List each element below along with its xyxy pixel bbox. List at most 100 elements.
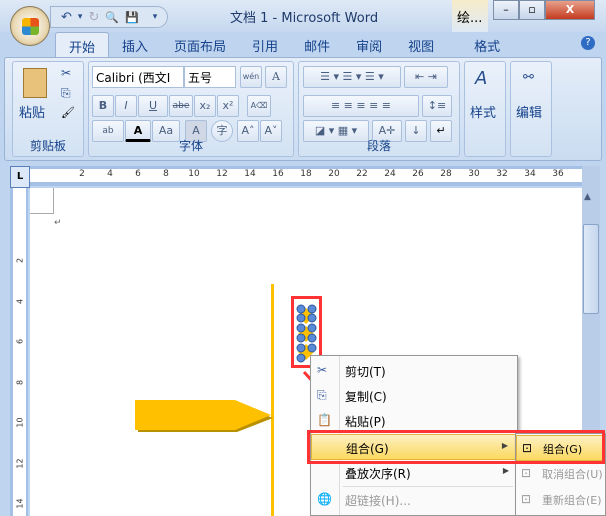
arrow-shape[interactable] — [135, 400, 275, 436]
styles-button[interactable]: 样式 — [470, 102, 496, 121]
tab-references[interactable]: 引用 — [239, 32, 291, 58]
binoculars-icon: ⚯ — [523, 70, 534, 85]
group-highlight-box — [307, 430, 605, 464]
tab-home[interactable]: 开始 — [55, 32, 110, 58]
ruler-tick-label: 4 — [15, 298, 25, 304]
clear-formatting-button[interactable]: A⌫ — [247, 95, 271, 117]
ribbon: 粘贴 ✂ ⎘ 🖌 剪贴板 Calibri (西文I 五号 wén A B I U… — [4, 57, 602, 161]
alignment-buttons[interactable]: ≡ ≡ ≡ ≡ ≡ — [303, 95, 419, 117]
paste-button[interactable]: 粘贴 — [19, 102, 45, 121]
ruler-tick-label: 2 — [15, 257, 25, 264]
font-size-select[interactable]: 五号 — [184, 66, 236, 88]
list-buttons[interactable]: ☰ ▾ ☰ ▾ ☰ ▾ — [303, 66, 401, 88]
editing-button[interactable]: 编辑 — [516, 102, 542, 121]
tab-mailings[interactable]: 邮件 — [291, 32, 343, 58]
tab-review[interactable]: 审阅 — [343, 32, 395, 58]
strikethrough-button[interactable]: abe — [169, 95, 193, 117]
save-button[interactable]: 💾 — [125, 11, 139, 24]
ruler-tick-label: 12 — [15, 457, 25, 469]
copy-button[interactable]: ⎘ — [61, 86, 71, 101]
tab-selector[interactable]: L — [10, 166, 30, 188]
subscript-button[interactable]: x₂ — [194, 95, 216, 117]
ruler-tick-label: 6 — [15, 338, 25, 345]
ruler-tick-label: 6 — [135, 169, 141, 179]
undo-button[interactable]: ↶ — [61, 10, 72, 25]
scroll-up-icon[interactable]: ▲ — [584, 192, 591, 202]
office-logo-icon — [22, 18, 39, 35]
cut-button[interactable]: ✂ — [61, 66, 71, 80]
submenu-item-regroup[interactable]: ⊡ 重新组合(E) — [516, 487, 605, 513]
scrollbar-thumb[interactable] — [583, 224, 599, 314]
vertical-ruler[interactable]: 2 4 6 8 10 12 14 — [10, 188, 28, 516]
clipboard-group-label: 剪贴板 — [29, 139, 66, 153]
undo-dropdown[interactable]: ▾ — [78, 12, 83, 22]
tab-format[interactable]: 格式 — [461, 32, 513, 58]
ruler-tick-label: 22 — [356, 169, 368, 179]
ruler-tick-label: 8 — [15, 379, 25, 385]
print-preview-button[interactable]: 🔍 — [105, 11, 119, 24]
ruler-tick-label: 34 — [524, 169, 536, 179]
menu-item-copy[interactable]: ⎘ 复制(C) — [311, 383, 517, 409]
margin-corner-mark — [30, 188, 54, 214]
office-button[interactable] — [10, 6, 50, 46]
quick-access-toolbar: ↶ ▾ ↻ 🔍 💾 ▾ — [50, 6, 168, 28]
ruler-tick-label: 30 — [468, 169, 480, 179]
paragraph-group-label: 段落 — [366, 139, 391, 153]
line-spacing-button[interactable]: ↕≡ — [422, 95, 452, 117]
font-group-label: 字体 — [178, 139, 203, 153]
redo-button[interactable]: ↻ — [88, 10, 99, 25]
superscript-button[interactable]: x² — [217, 95, 239, 117]
bold-button[interactable]: B — [92, 95, 114, 117]
ungroup-icon: ⊡ — [521, 466, 532, 480]
clipboard-group: 粘贴 ✂ ⎘ 🖌 剪贴板 — [12, 61, 84, 157]
ruler-tick-label: 16 — [272, 169, 284, 179]
tab-insert[interactable]: 插入 — [109, 32, 161, 58]
ruler-tick-label: 18 — [300, 169, 312, 179]
editing-group[interactable]: ⚯ 编辑 — [510, 61, 552, 157]
ruler-tick-label: 32 — [496, 169, 508, 179]
customize-qat-button[interactable]: ▾ — [153, 12, 158, 22]
close-button[interactable]: X — [545, 0, 595, 20]
tab-view[interactable]: 视图 — [395, 32, 447, 58]
styles-group[interactable]: A 样式 — [464, 61, 506, 157]
ruler-tick-label: 14 — [15, 498, 25, 509]
character-border-button[interactable]: A — [265, 66, 287, 88]
paragraph-group: ☰ ▾ ☰ ▾ ☰ ▾ ⇤ ⇥ ≡ ≡ ≡ ≡ ≡ ↕≡ ◪ ▾ ▦ ▾ A✛ … — [298, 61, 460, 157]
paragraph-mark: ↵ — [54, 218, 62, 228]
ruler-tick-label: 20 — [328, 169, 340, 179]
paste-icon: 📋 — [317, 413, 332, 427]
window-title: 文档 1 - Microsoft Word — [230, 11, 379, 26]
regroup-icon: ⊡ — [521, 492, 532, 506]
hyperlink-icon: 🌐 — [317, 492, 332, 506]
ruler-tick-label: 12 — [216, 169, 228, 179]
ruler-tick-label: 10 — [15, 417, 25, 428]
ruler-tick-label: 8 — [163, 169, 169, 179]
submenu-item-ungroup[interactable]: ⊡ 取消组合(U) — [516, 461, 605, 487]
minimize-button[interactable]: – — [493, 0, 519, 20]
ruler-tick-label: 10 — [188, 169, 200, 179]
help-icon[interactable]: ? — [581, 36, 595, 50]
horizontal-ruler[interactable]: 2 4 6 8 10 12 14 16 18 20 22 24 26 28 30 32 34 36 — [30, 166, 582, 186]
submenu-arrow-icon: ▶ — [502, 466, 509, 475]
styles-icon: A — [475, 68, 488, 89]
tab-page-layout[interactable]: 页面布局 — [161, 32, 239, 58]
ruler-tick-label: 36 — [552, 169, 564, 179]
paste-icon — [23, 68, 47, 98]
menu-item-cut[interactable]: ✂ 剪切(T) — [311, 358, 517, 384]
ruler-tick-label: 2 — [79, 169, 85, 179]
ruler-tick-label: 24 — [384, 169, 396, 179]
format-painter-button[interactable]: 🖌 — [61, 106, 75, 119]
font-name-select[interactable]: Calibri (西文I — [92, 66, 184, 88]
indent-buttons[interactable]: ⇤ ⇥ — [404, 66, 448, 88]
phonetic-guide-button[interactable]: wén — [240, 66, 262, 88]
ruler-tick-label: 4 — [107, 169, 113, 179]
drawing-tools-context-label: 绘... — [452, 0, 488, 32]
scissors-icon: ✂ — [317, 363, 328, 377]
menu-item-hyperlink[interactable]: 🌐 超链接(H)... — [311, 487, 517, 513]
underline-button[interactable]: U — [138, 95, 168, 117]
italic-button[interactable]: I — [115, 95, 137, 117]
restore-button[interactable]: ▫ — [519, 0, 545, 20]
ruler-tick-label: 28 — [440, 169, 452, 179]
font-group: Calibri (西文I 五号 wén A B I U abe x₂ x² A⌫… — [88, 61, 294, 157]
copy-icon: ⎘ — [317, 388, 327, 402]
